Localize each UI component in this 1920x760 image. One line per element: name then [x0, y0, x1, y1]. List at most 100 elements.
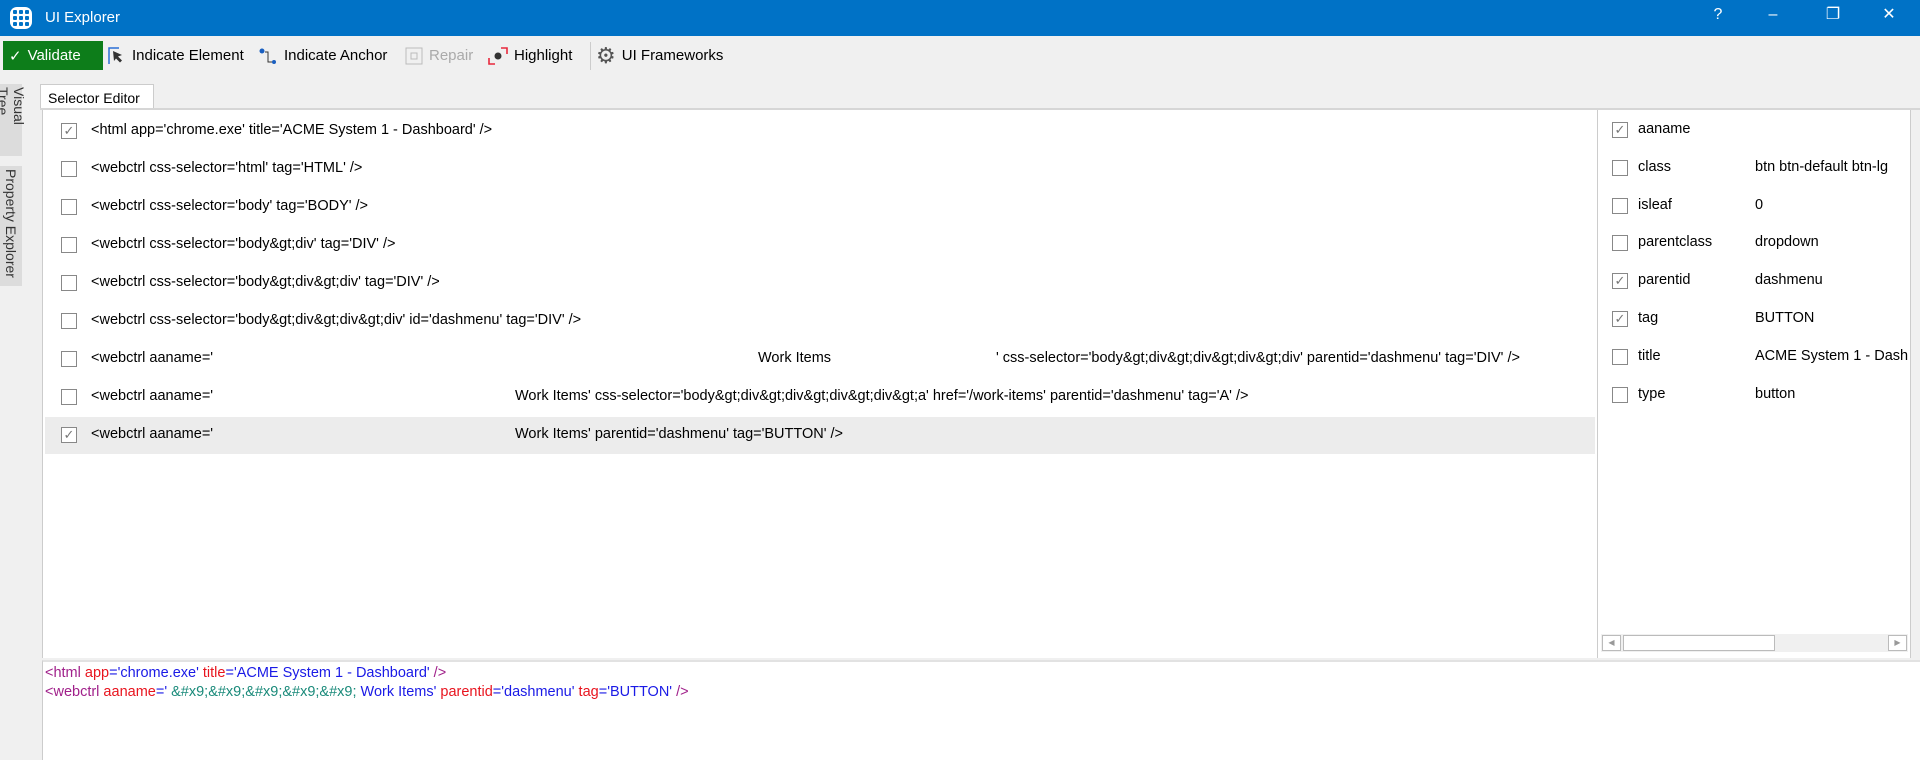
editor-line-1: <html app='chrome.exe' title='ACME Syste… [45, 665, 447, 681]
check-icon: ✓ [9, 47, 22, 65]
selector-row[interactable]: <webctrl css-selector='body' tag='BODY' … [45, 189, 1595, 226]
indicate-anchor-label: Indicate Anchor [284, 47, 388, 64]
anchor-icon [259, 48, 276, 64]
attribute-row: isleaf 0 [1598, 188, 1908, 225]
row-text: Work Items' css-selector='body&gt;div&gt… [515, 388, 1249, 404]
row-checkbox[interactable] [61, 237, 77, 253]
attribute-row: class btn btn-default btn-lg [1598, 150, 1908, 187]
attribute-name: title [1638, 347, 1661, 364]
attribute-checkbox[interactable]: ✓ [1612, 311, 1628, 327]
attribute-name: parentid [1638, 272, 1691, 289]
row-text: ' css-selector='body&gt;div&gt;div&gt;di… [996, 350, 1520, 366]
selector-row[interactable]: ✓ <webctrl aaname=' Work Items' parentid='… [45, 417, 1595, 454]
attribute-row: parentclass dropdown [1598, 225, 1908, 262]
row-text: Work Items' parentid='dashmenu' tag='BUT… [515, 426, 844, 442]
ui-frameworks-button[interactable]: ⚙ UI Frameworks [596, 41, 723, 70]
repair-icon [405, 47, 423, 64]
selector-xml-editor[interactable]: <html app='chrome.exe' title='ACME Syste… [42, 660, 1920, 760]
attribute-row: title ACME System 1 - Dashboard [1598, 339, 1908, 376]
row-text: <webctrl css-selector='html' tag='HTML' … [91, 160, 363, 176]
scroll-right-icon[interactable]: ▶ [1888, 635, 1907, 651]
row-checkbox[interactable] [61, 351, 77, 367]
row-text: <webctrl aaname=' [91, 388, 214, 404]
attribute-row: ✓ parentid dashmenu [1598, 263, 1908, 300]
row-checkbox[interactable]: ✓ [61, 123, 77, 139]
indicate-element-label: Indicate Element [132, 47, 244, 64]
attribute-name: tag [1638, 310, 1659, 326]
indicate-anchor-button[interactable]: Indicate Anchor [258, 41, 387, 70]
attribute-row: ✓ tag BUTTON [1598, 301, 1908, 338]
close-button[interactable]: ✕ [1866, 0, 1912, 30]
selector-row[interactable]: <webctrl aaname=' Work Items ' css-selecto… [45, 341, 1595, 378]
minimize-button[interactable]: – [1750, 0, 1796, 30]
side-tab-property-explorer[interactable]: Property Explorer [0, 166, 22, 286]
row-text: <html app='chrome.exe' title='ACME Syste… [91, 122, 493, 138]
row-checkbox[interactable] [61, 275, 77, 291]
validate-label: Validate [27, 47, 81, 64]
attribute-checkbox[interactable] [1612, 348, 1628, 365]
highlight-button[interactable]: Highlight [488, 41, 572, 70]
scroll-left-icon[interactable]: ◀ [1602, 635, 1621, 651]
row-checkbox[interactable] [61, 199, 77, 215]
attribute-checkbox[interactable] [1612, 235, 1628, 252]
row-checkbox[interactable] [61, 389, 77, 405]
scrollbar-thumb[interactable] [1623, 635, 1775, 651]
attribute-name: type [1638, 385, 1666, 402]
row-text: <webctrl css-selector='body&gt;div&gt;di… [91, 274, 440, 290]
row-checkbox[interactable]: ✓ [61, 427, 77, 443]
row-checkbox[interactable] [61, 313, 77, 329]
attribute-value[interactable]: ACME System 1 - Dashboard [1755, 348, 1908, 364]
attribute-checkbox[interactable] [1612, 159, 1628, 176]
tab-selector-editor[interactable]: Selector Editor [40, 84, 154, 109]
repair-label: Repair [429, 47, 474, 64]
attribute-row: type button [1598, 377, 1908, 414]
selector-row[interactable]: <webctrl css-selector='body&gt;div&gt;di… [45, 303, 1595, 340]
toolbar-divider [590, 42, 591, 70]
attribute-checkbox[interactable] [1612, 386, 1628, 403]
repair-button[interactable]: Repair [405, 41, 473, 70]
attribute-value[interactable]: btn btn-default btn-lg [1755, 159, 1908, 175]
gear-icon: ⚙ [596, 42, 616, 68]
row-text: <webctrl aaname=' [91, 426, 214, 442]
attribute-name: isleaf [1638, 196, 1672, 213]
app-logo-icon [10, 7, 32, 29]
attribute-panel: ✓ aaname class btn btn-default btn-lg isleaf… [1597, 110, 1911, 658]
attribute-checkbox[interactable]: ✓ [1612, 273, 1628, 290]
validate-button[interactable]: ✓ Validate [3, 41, 103, 70]
restore-button[interactable]: ❐ [1810, 0, 1856, 30]
row-text: <webctrl aaname=' [91, 350, 214, 366]
attribute-name: parentclass [1638, 234, 1713, 251]
row-checkbox[interactable] [61, 161, 77, 177]
selector-row[interactable]: <webctrl css-selector='html' tag='HTML' … [45, 151, 1595, 188]
side-tab-visual-tree[interactable]: Visual Tree [0, 84, 27, 156]
selector-row[interactable]: <webctrl css-selector='body&gt;div&gt;di… [45, 265, 1595, 302]
attribute-checkbox[interactable] [1612, 197, 1628, 214]
selector-row[interactable]: <webctrl css-selector='body&gt;div' tag=… [45, 227, 1595, 264]
help-button[interactable]: ? [1695, 0, 1741, 30]
attribute-value[interactable]: 0 [1755, 197, 1908, 213]
attribute-value[interactable]: dashmenu [1755, 272, 1908, 288]
row-text: <webctrl css-selector='body&gt;div' tag=… [91, 236, 396, 252]
row-text: <webctrl css-selector='body' tag='BODY' … [91, 198, 369, 214]
selector-row[interactable]: <webctrl aaname=' Work Items' css-selecto… [45, 379, 1595, 416]
highlight-label: Highlight [514, 47, 573, 64]
attribute-checkbox[interactable]: ✓ [1612, 122, 1628, 138]
window-title: UI Explorer [45, 9, 121, 26]
row-text: Work Items [758, 350, 832, 366]
row-text: <webctrl css-selector='body&gt;div&gt;di… [91, 312, 582, 328]
ui-frameworks-label: UI Frameworks [621, 47, 724, 64]
cursor-select-icon [108, 46, 122, 64]
attribute-value[interactable]: BUTTON [1755, 310, 1908, 326]
attribute-row: ✓ aaname [1598, 112, 1908, 149]
toolbar: ✓ Validate Indicate Element Indicate Anch… [0, 36, 1920, 74]
title-bar: UI Explorer ? – ❐ ✕ [0, 0, 1920, 36]
indicate-element-button[interactable]: Indicate Element [108, 41, 244, 70]
highlight-icon [488, 46, 508, 65]
selector-node-list: ✓ <html app='chrome.exe' title='ACME Syst… [42, 110, 1597, 658]
attribute-name: aaname [1638, 121, 1691, 137]
horizontal-scrollbar[interactable]: ◀ ▶ [1601, 634, 1908, 652]
attribute-value[interactable]: dropdown [1755, 234, 1908, 250]
selector-row[interactable]: ✓ <html app='chrome.exe' title='ACME Syst… [45, 113, 1595, 150]
editor-line-2: <webctrl aaname=' &#x9;&#x9;&#x9;&#x9;&#… [45, 684, 689, 700]
attribute-value[interactable]: button [1755, 386, 1908, 402]
